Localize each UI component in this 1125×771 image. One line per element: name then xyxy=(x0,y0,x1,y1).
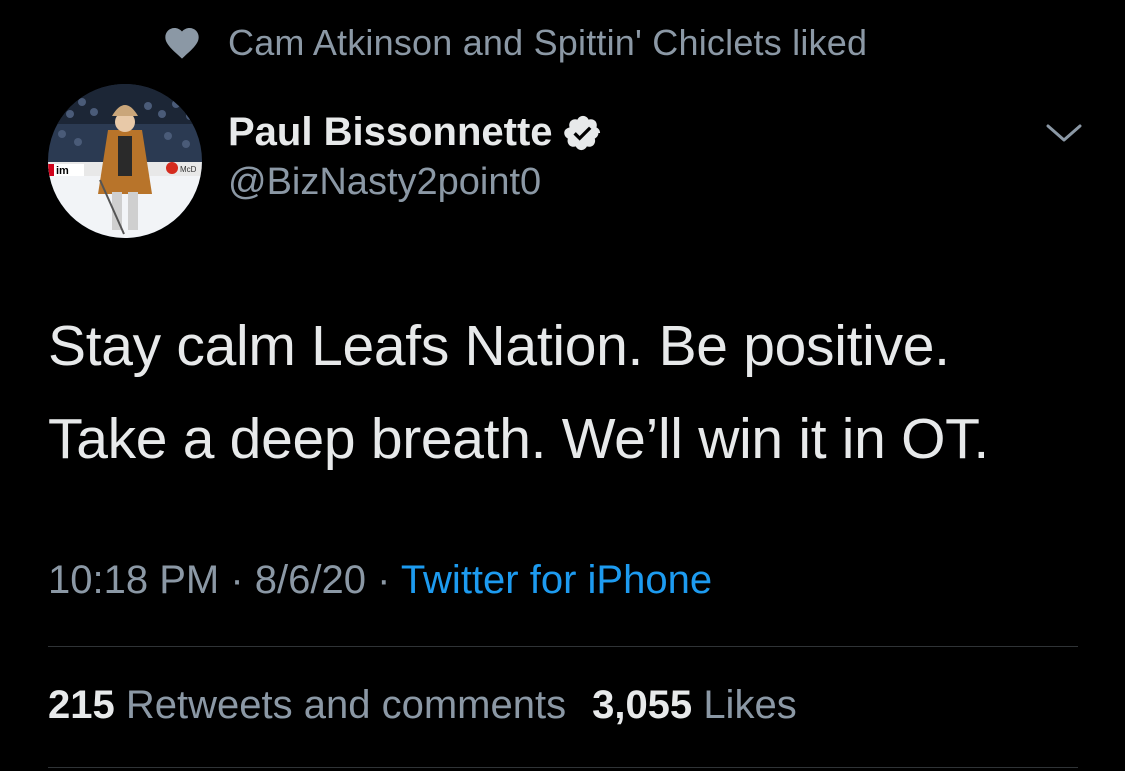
tweet-text-line: Take a deep breath. We’ll win it in OT. xyxy=(48,407,989,471)
social-context[interactable]: Cam Atkinson and Spittin' Chiclets liked xyxy=(162,22,867,64)
social-context-text: Cam Atkinson and Spittin' Chiclets liked xyxy=(228,22,868,63)
tweet-text-line: Stay calm Leafs Nation. Be positive. xyxy=(48,314,950,378)
avatar-photo: im McD xyxy=(48,84,202,238)
tweet-time[interactable]: 10:18 PM xyxy=(48,558,219,602)
avatar[interactable]: im McD xyxy=(48,84,202,238)
retweets-stat[interactable]: 215 Retweets and comments xyxy=(48,683,566,728)
retweets-label: Retweets and comments xyxy=(125,683,567,727)
tweet-card[interactable]: Cam Atkinson and Spittin' Chiclets liked… xyxy=(0,0,1125,771)
author-handle[interactable]: @BizNasty2point0 xyxy=(228,161,603,204)
tweet-date[interactable]: 8/6/20 xyxy=(255,558,366,602)
author-info[interactable]: Paul Bissonnette @BizNasty2point0 xyxy=(228,110,603,204)
meta-separator: · xyxy=(219,558,255,602)
tweet-text: Stay calm Leafs Nation. Be positive. Tak… xyxy=(48,300,1098,486)
verified-badge-icon xyxy=(563,115,600,150)
likes-count: 3,055 xyxy=(592,683,693,727)
retweets-count: 215 xyxy=(48,683,115,727)
tweet-source-link[interactable]: Twitter for iPhone xyxy=(401,558,712,602)
chevron-down-icon[interactable] xyxy=(1044,118,1084,148)
divider xyxy=(48,646,1078,647)
heart-icon xyxy=(165,28,199,59)
meta-separator: · xyxy=(365,558,401,602)
author-display-name[interactable]: Paul Bissonnette xyxy=(228,110,553,155)
tweet-stats: 215 Retweets and comments 3,055 Likes xyxy=(48,683,797,728)
tweet-meta: 10:18 PM · 8/6/20 · Twitter for iPhone xyxy=(48,558,712,603)
divider xyxy=(48,767,1078,768)
avatar-sponsor-text: McD xyxy=(180,165,197,174)
likes-stat[interactable]: 3,055 Likes xyxy=(592,683,797,728)
likes-label: Likes xyxy=(703,683,797,727)
avatar-sign-text: im xyxy=(56,165,69,177)
